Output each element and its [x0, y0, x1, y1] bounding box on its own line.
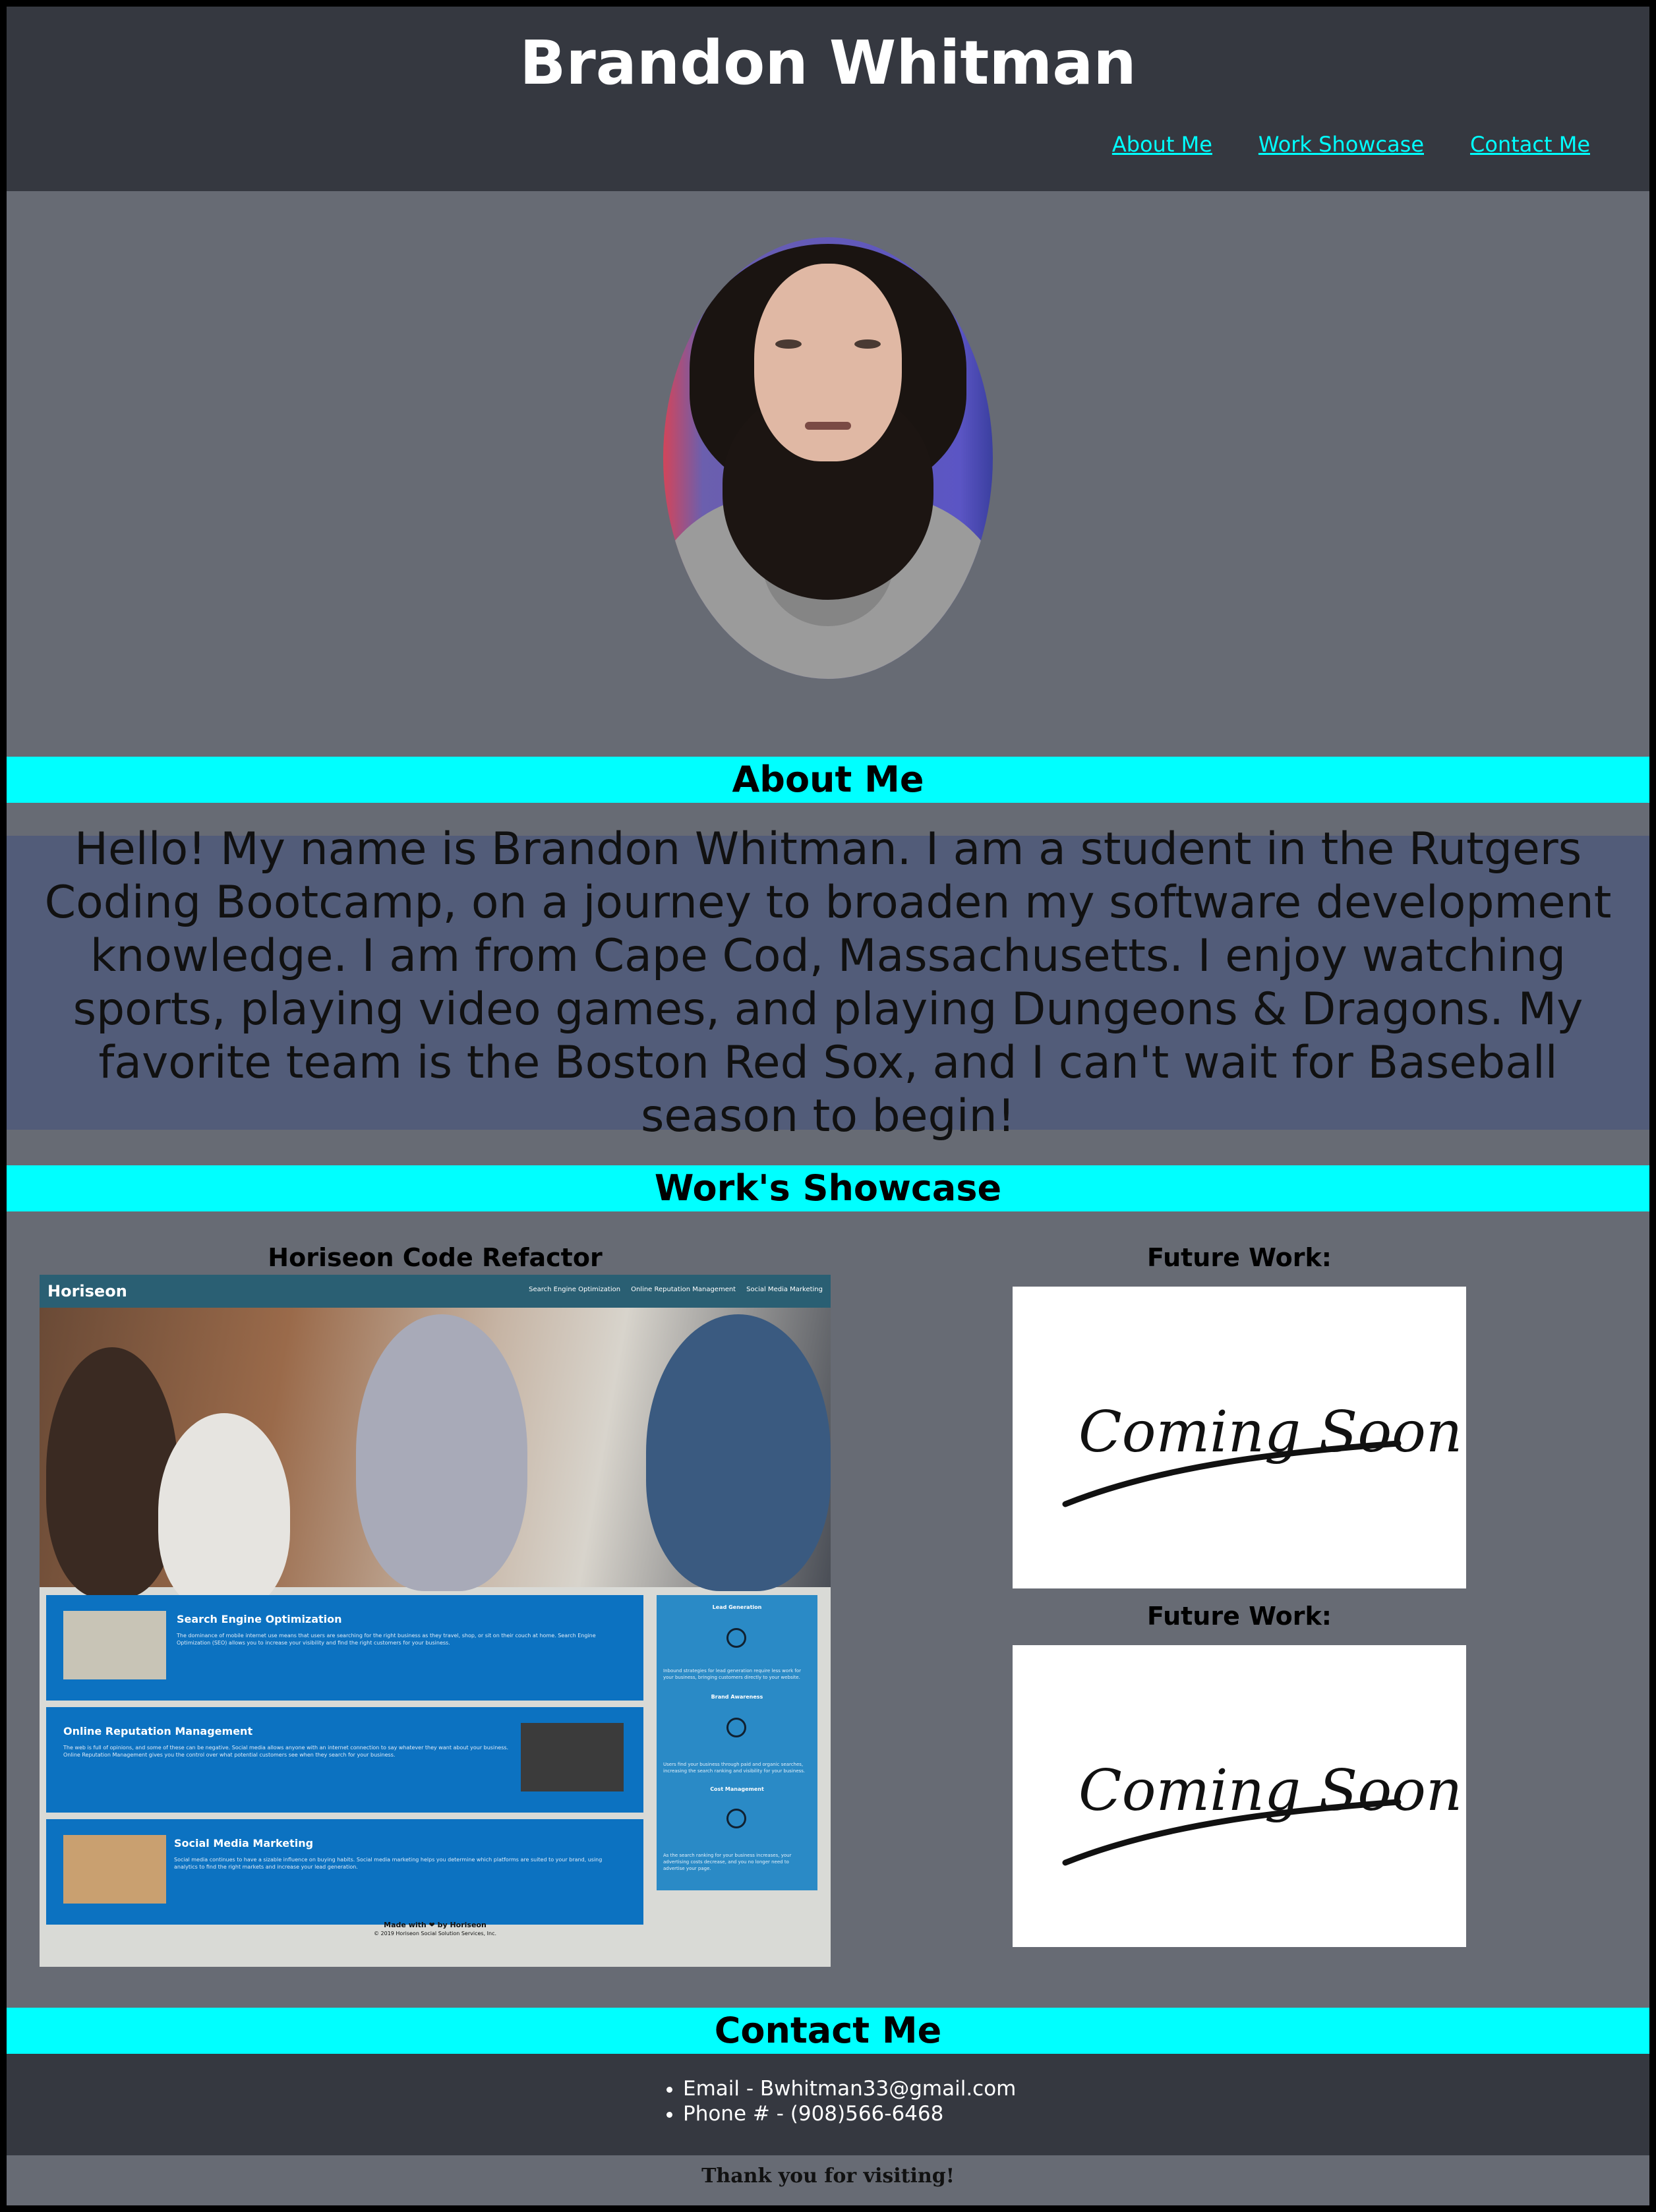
contact-phone[interactable]: Phone # - (908)566-6468: [683, 2101, 1016, 2126]
screenshot-footer-copy: © 2019 Horiseon Social Solution Services…: [373, 1931, 497, 1936]
photo-eye: [775, 339, 802, 349]
about-text: Hello! My name is Brandon Whitman. I am …: [44, 823, 1612, 1142]
coming-soon-text: Coming Soon!: [1079, 1758, 1466, 1824]
hero-person: [46, 1347, 178, 1598]
hero-person: [356, 1314, 527, 1591]
sidebar-text: Users find your business through paid an…: [663, 1762, 806, 1774]
about-section: Hello! My name is Brandon Whitman. I am …: [7, 823, 1649, 1142]
card-title: Social Media Marketing: [174, 1837, 314, 1849]
hero-person: [646, 1314, 831, 1591]
screenshot-topbar: Horiseon Search Engine Optimization Onli…: [40, 1275, 831, 1308]
card-text: Social media continues to have a sizable…: [174, 1857, 603, 1870]
project-screenshot[interactable]: Horiseon Search Engine Optimization Onli…: [40, 1275, 831, 1967]
screenshot-footer-made: Made with ❤ by Horiseon: [384, 1921, 487, 1929]
card-text: The dominance of mobile internet use mea…: [177, 1633, 596, 1646]
screenshot-nav-item: Social Media Marketing: [746, 1286, 823, 1293]
card-text: The web is full of opinions, and some of…: [63, 1745, 509, 1758]
profile-photo: [663, 237, 993, 679]
photo-eye: [854, 339, 881, 349]
about-heading: About Me: [7, 757, 1649, 803]
page-frame: Brandon Whitman About Me Work Showcase C…: [7, 7, 1649, 2205]
broadcast-icon: [726, 1718, 746, 1737]
sidebar-title: Lead Generation: [712, 1604, 762, 1610]
nav-link-contact[interactable]: Contact Me: [1470, 132, 1590, 157]
work-heading: Work's Showcase: [7, 1165, 1649, 1211]
site-title: Brandon Whitman: [519, 28, 1137, 98]
contact-list: Email - Bwhitman33@gmail.com Phone # - (…: [659, 2076, 1016, 2126]
photo-mouth: [805, 422, 851, 430]
card-image: [63, 1835, 166, 1904]
future-work-title: Future Work:: [1147, 1243, 1332, 1272]
bulb-icon: [726, 1628, 746, 1648]
project-title: Horiseon Code Refactor: [268, 1243, 603, 1272]
sidebar-title: Cost Management: [710, 1786, 764, 1792]
hero-person: [158, 1413, 290, 1611]
card-image: [521, 1723, 624, 1791]
future-work-title: Future Work:: [1147, 1602, 1332, 1631]
screenshot-nav-item: Online Reputation Management: [631, 1286, 736, 1293]
coming-soon-text: Coming Soon!: [1079, 1399, 1466, 1465]
sidebar-text: As the search ranking for your business …: [663, 1853, 792, 1871]
contact-section: Email - Bwhitman33@gmail.com Phone # - (…: [7, 2054, 1649, 2155]
screenshot-nav-item: Search Engine Optimization: [529, 1286, 621, 1293]
photo-face: [754, 264, 902, 461]
nav-link-work-showcase[interactable]: Work Showcase: [1258, 132, 1424, 157]
card-image: [63, 1611, 166, 1679]
coming-soon-graphic: Coming Soon!: [1062, 1399, 1466, 1507]
screenshot-footer: Made with ❤ by Horiseon © 2019 Horiseon …: [40, 1921, 831, 1937]
screenshot-brand: Horiseon: [47, 1282, 127, 1300]
site-header: Brandon Whitman About Me Work Showcase C…: [7, 7, 1649, 191]
sidebar-title: Brand Awareness: [711, 1694, 763, 1700]
screenshot-card-social: Social Media Marketing Social media cont…: [46, 1819, 643, 1925]
coming-soon-graphic: Coming Soon!: [1062, 1758, 1466, 1866]
nav-link-about[interactable]: About Me: [1112, 132, 1212, 157]
main-nav: About Me Work Showcase Contact Me: [1112, 132, 1590, 157]
coming-soon-image: Coming Soon!: [1013, 1645, 1466, 1947]
money-icon: [726, 1809, 746, 1828]
contact-email[interactable]: Email - Bwhitman33@gmail.com: [683, 2076, 1016, 2101]
sidebar-text: Inbound strategies for lead generation r…: [663, 1668, 801, 1680]
card-title: Search Engine Optimization: [177, 1613, 342, 1625]
screenshot-card-seo: Search Engine Optimization The dominance…: [46, 1595, 643, 1701]
coming-soon-image: Coming Soon!: [1013, 1287, 1466, 1588]
screenshot-sidebar: Lead Generation Inbound strategies for l…: [657, 1595, 817, 1890]
screenshot-hero-image: [40, 1308, 831, 1611]
screenshot-nav: Search Engine Optimization Online Reputa…: [529, 1285, 823, 1295]
contact-heading: Contact Me: [7, 2008, 1649, 2054]
card-title: Online Reputation Management: [63, 1725, 253, 1737]
footer-thanks: Thank you for visiting!: [701, 2165, 955, 2188]
screenshot-card-reputation: Online Reputation Management The web is …: [46, 1707, 643, 1813]
